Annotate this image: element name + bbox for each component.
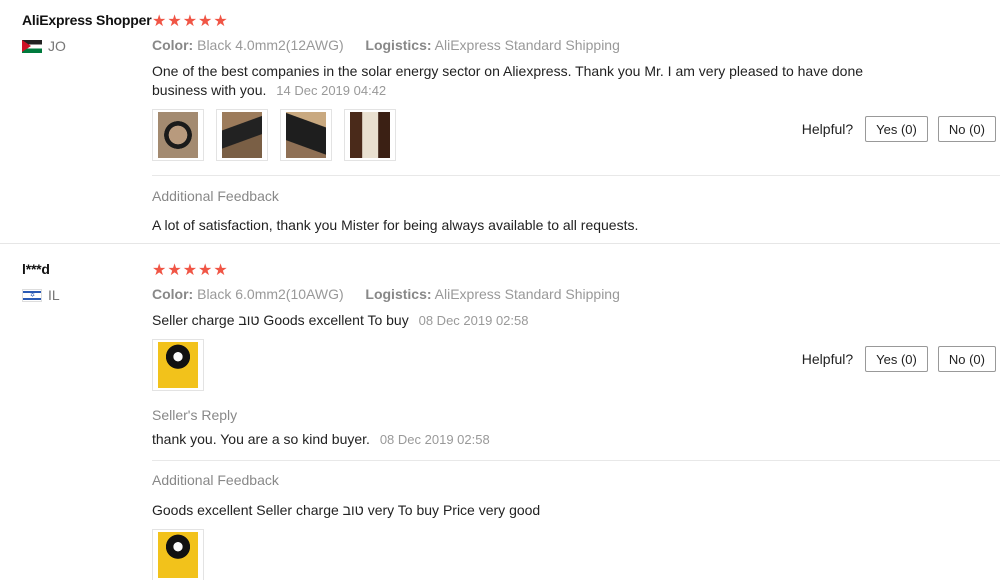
helpful-yes-button[interactable]: Yes (0): [865, 346, 928, 372]
product-attributes: Color: Black 6.0mm2(10AWG) Logistics: Al…: [152, 286, 620, 302]
review-text-line: One of the best companies in the solar e…: [152, 63, 864, 79]
seller-reply-text: thank you. You are a so kind buyer. 08 D…: [152, 430, 490, 449]
review-text: Seller charge טוב Goods excellent To buy…: [152, 311, 528, 330]
additional-feedback-title: Additional Feedback: [152, 472, 279, 488]
additional-feedback-text: Goods excellent Seller charge טוב very T…: [152, 502, 541, 518]
seller-reply-title: Seller's Reply: [152, 407, 238, 423]
helpful-no-button[interactable]: No (0): [937, 116, 996, 142]
review-item: l***d ✡ IL ★★★★★ Color: Black 6.0mm2(10A…: [0, 245, 1000, 580]
seller-reply-body: thank you. You are a so kind buyer.: [152, 431, 370, 447]
review-photo-thumbnail[interactable]: [216, 109, 268, 161]
seller-reply-date: 08 Dec 2019 02:58: [379, 432, 490, 447]
cable-coil-photo: [158, 112, 198, 158]
country-code: JO: [48, 38, 66, 54]
yellow-cable-photo: [158, 532, 198, 578]
country-code: IL: [48, 287, 60, 303]
review-text-line: Seller charge טוב Goods excellent To buy: [152, 312, 409, 328]
additional-feedback-title: Additional Feedback: [152, 188, 279, 204]
reviewer-name: AliExpress Shopper: [22, 12, 152, 28]
review-date: 08 Dec 2019 02:58: [418, 313, 529, 328]
helpful-no-button[interactable]: No (0): [937, 346, 996, 372]
helpful-vote: Helpful? Yes (0) No (0): [802, 346, 996, 372]
review-date: 14 Dec 2019 04:42: [276, 83, 387, 98]
helpful-yes-button[interactable]: Yes (0): [865, 116, 928, 142]
reviewer-country: ✡ IL: [22, 287, 60, 303]
review-photo-thumbnail[interactable]: [152, 529, 204, 580]
cable-bundle-photo: [286, 112, 326, 158]
review-photos: [152, 339, 204, 391]
helpful-label: Helpful?: [801, 121, 854, 137]
logistics-value: AliExpress Standard Shipping: [434, 37, 620, 53]
review-photo-thumbnail[interactable]: [152, 339, 204, 391]
star-rating: ★★★★★: [152, 262, 229, 279]
color-key: Color:: [152, 37, 194, 53]
logistics-key: Logistics:: [365, 286, 432, 302]
reviewer-name: l***d: [22, 261, 50, 277]
israel-flag-icon: ✡: [22, 288, 42, 302]
logistics-key: Logistics:: [365, 37, 432, 53]
logistics-value: AliExpress Standard Shipping: [434, 286, 620, 302]
review-photo-thumbnail[interactable]: [344, 109, 396, 161]
review-photos: [152, 109, 396, 161]
color-value: Black 4.0mm2(12AWG): [197, 37, 344, 53]
review-photo-thumbnail[interactable]: [280, 109, 332, 161]
star-rating: ★★★★★: [152, 13, 229, 30]
helpful-vote: Helpful? Yes (0) No (0): [802, 116, 996, 142]
additional-feedback-photos: [152, 529, 204, 580]
review-item: AliExpress Shopper JO ★★★★★ Color: Black…: [0, 0, 1000, 244]
divider: [152, 460, 1000, 461]
product-attributes: Color: Black 4.0mm2(12AWG) Logistics: Al…: [152, 37, 620, 53]
yellow-cable-photo: [158, 342, 198, 388]
review-text-line: business with you.: [152, 82, 267, 98]
color-key: Color:: [152, 286, 194, 302]
review-text: One of the best companies in the solar e…: [152, 62, 863, 100]
cable-label-photo: [350, 112, 390, 158]
divider: [152, 175, 1000, 176]
jordan-flag-icon: [22, 39, 42, 53]
reviewer-country: JO: [22, 38, 66, 54]
additional-feedback-text: A lot of satisfaction, thank you Mister …: [152, 217, 639, 233]
review-photo-thumbnail[interactable]: [152, 109, 204, 161]
cable-closeup-photo: [222, 112, 262, 158]
color-value: Black 6.0mm2(10AWG): [197, 286, 344, 302]
helpful-label: Helpful?: [801, 351, 854, 367]
